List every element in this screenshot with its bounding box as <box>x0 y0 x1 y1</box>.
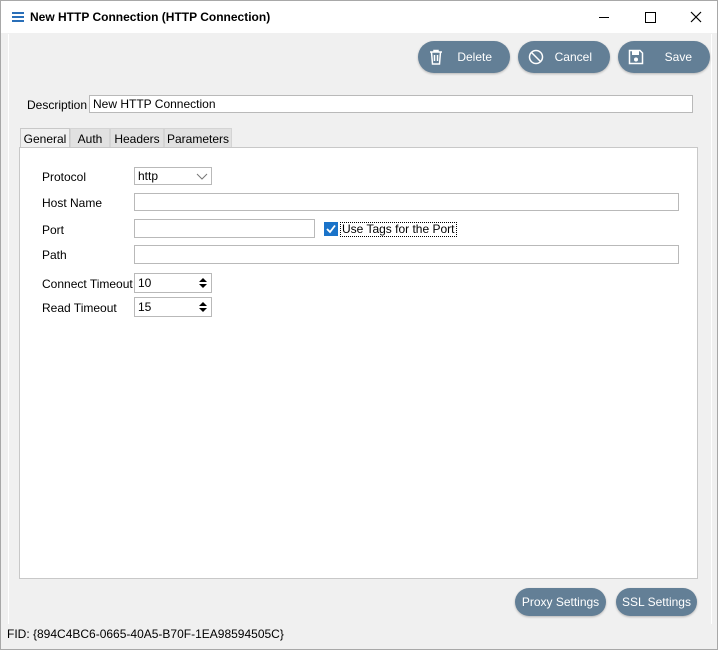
path-field[interactable] <box>134 245 679 264</box>
proxy-settings-button[interactable]: Proxy Settings <box>515 588 606 616</box>
read-timeout-label: Read Timeout <box>42 301 117 315</box>
ssl-settings-label: SSL Settings <box>622 595 691 609</box>
window-title: New HTTP Connection (HTTP Connection) <box>30 10 271 24</box>
description-label: Description <box>27 98 88 112</box>
connect-timeout-spinner[interactable]: 10 <box>134 273 212 293</box>
minimize-icon <box>599 16 609 18</box>
title-bar[interactable]: New HTTP Connection (HTTP Connection) <box>1 1 717 33</box>
port-label: Port <box>42 223 65 237</box>
read-timeout-spinner[interactable]: 15 <box>134 297 212 317</box>
protocol-label: Protocol <box>42 170 87 184</box>
host-name-label: Host Name <box>42 196 103 210</box>
tab-headers[interactable]: Headers <box>110 128 164 148</box>
description-field[interactable]: New HTTP Connection <box>89 95 693 113</box>
delete-label: Delete <box>457 50 492 64</box>
cancel-icon <box>528 49 544 65</box>
path-label: Path <box>42 248 67 262</box>
maximize-button[interactable] <box>627 1 673 33</box>
tab-auth[interactable]: Auth <box>70 128 110 148</box>
save-label: Save <box>664 50 692 64</box>
general-tab-panel <box>19 147 698 579</box>
use-tags-label[interactable]: Use Tags for the Port <box>340 222 457 237</box>
tab-general[interactable]: General <box>20 128 70 149</box>
trash-icon <box>430 49 442 65</box>
spinner-arrows-icon[interactable] <box>198 299 208 315</box>
minimize-button[interactable] <box>581 1 627 33</box>
use-tags-checkbox[interactable] <box>324 222 338 236</box>
checkmark-icon <box>326 224 336 234</box>
connect-timeout-value: 10 <box>138 276 152 290</box>
cancel-label: Cancel <box>554 50 592 64</box>
tab-parameters[interactable]: Parameters <box>164 128 232 148</box>
spinner-arrows-icon[interactable] <box>198 275 208 291</box>
cancel-button[interactable]: Cancel <box>518 41 610 73</box>
close-button[interactable] <box>673 1 718 33</box>
protocol-value: http <box>138 169 159 183</box>
close-icon <box>690 11 702 23</box>
save-button[interactable]: Save <box>618 41 710 73</box>
app-menu-icon[interactable] <box>12 12 24 22</box>
read-timeout-value: 15 <box>138 300 152 314</box>
save-icon <box>628 49 644 65</box>
protocol-select[interactable]: http <box>134 167 212 185</box>
proxy-settings-label: Proxy Settings <box>521 595 600 609</box>
maximize-icon <box>644 11 656 23</box>
chevron-down-icon <box>196 173 208 180</box>
port-field[interactable] <box>134 219 315 238</box>
connect-timeout-label: Connect Timeout <box>42 277 133 291</box>
host-name-field[interactable] <box>134 193 679 211</box>
ssl-settings-button[interactable]: SSL Settings <box>616 588 697 616</box>
fid-status-text: FID: {894C4BC6-0665-40A5-B70F-1EA9859450… <box>7 627 284 641</box>
connection-window: New HTTP Connection (HTTP Connection) De… <box>0 0 718 650</box>
delete-button[interactable]: Delete <box>418 41 510 73</box>
